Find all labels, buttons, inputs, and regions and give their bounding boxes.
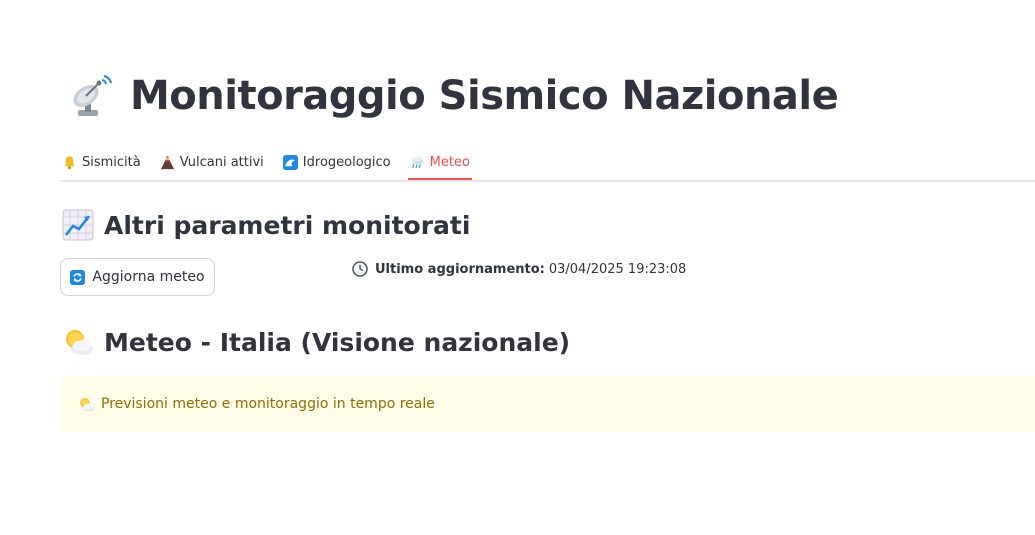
bell-icon [64,155,75,169]
satellite-antenna-icon [73,75,112,116]
last-update: Ultimo aggiornamento: 03/04/2025 19:23:0… [352,261,686,277]
tab-label: Sismicità [82,154,141,170]
tab-bar: Sismicità Vulcani attivi Idrogeologico M… [60,146,1035,182]
tab-label: Vulcani attivi [179,154,264,170]
section-heading-params: Altri parametri monitorati [62,209,470,241]
last-update-label: Ultimo aggiornamento: [375,261,545,277]
refresh-icon [70,269,86,285]
section-title: Altri parametri monitorati [104,210,471,240]
info-text: Previsioni meteo e monitoraggio in tempo… [101,396,435,412]
sun-behind-cloud-icon [80,397,95,411]
tab-label: Meteo [429,154,470,170]
refresh-button-label: Aggiorna meteo [92,269,205,285]
info-alert: Previsioni meteo e monitoraggio in tempo… [60,376,1035,432]
tab-sismicita[interactable]: Sismicità [60,146,143,178]
page-header: Monitoraggio Sismico Nazionale [64,70,839,122]
tab-vulcani-attivi[interactable]: Vulcani attivi [158,146,266,178]
sun-behind-cloud-icon [66,330,93,355]
tab-meteo[interactable]: Meteo [407,146,473,180]
app-page: Monitoraggio Sismico Nazionale Sismicità… [0,0,1035,535]
chart-increasing-icon [62,209,94,241]
tab-idrogeologico[interactable]: Idrogeologico [281,146,393,178]
water-wave-icon [282,154,298,170]
refresh-weather-button[interactable]: Aggiorna meteo [60,258,215,296]
tab-label: Idrogeologico [302,154,391,170]
section-title: Meteo - Italia (Visione nazionale) [104,327,571,357]
volcano-icon [160,155,174,169]
last-update-value: 03/04/2025 19:23:08 [548,261,687,277]
cloud-rain-icon [411,155,423,168]
page-title: Monitoraggio Sismico Nazionale [130,73,839,119]
clock-icon [352,261,368,277]
section-heading-meteo: Meteo - Italia (Visione nazionale) [62,326,570,358]
